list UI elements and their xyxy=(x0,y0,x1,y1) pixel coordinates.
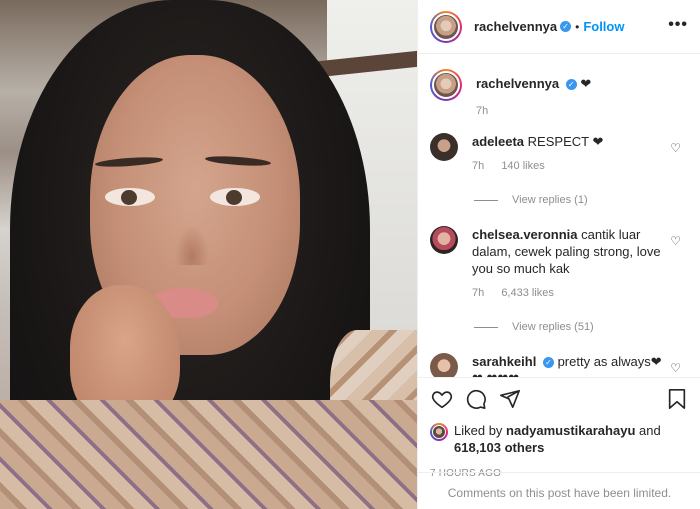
replies-line xyxy=(474,326,498,328)
comment-likes[interactable]: 140 likes xyxy=(501,160,544,172)
post-actions: Liked by nadyamustikarahayu and 618,103 … xyxy=(418,377,700,479)
view-replies-button[interactable]: View replies (51) xyxy=(474,321,700,333)
caption-time[interactable]: 7h xyxy=(476,105,591,117)
post-header: rachelvennya ✓ • Follow ••• xyxy=(418,0,700,54)
author-username[interactable]: rachelvennya xyxy=(474,19,557,34)
follow-button[interactable]: Follow xyxy=(583,19,624,34)
view-replies-label: View replies (51) xyxy=(512,321,594,333)
comment-item: adeleeta RESPECT ❤ 7h 140 likes ♡ xyxy=(418,133,700,172)
replies-line xyxy=(474,199,498,201)
share-icon[interactable] xyxy=(498,387,522,411)
comment-icon[interactable] xyxy=(464,387,488,411)
commenter-avatar[interactable] xyxy=(430,133,458,161)
comment-like-heart-icon[interactable]: ♡ xyxy=(670,361,681,375)
instagram-post: rachelvennya ✓ • Follow ••• rachelvennya… xyxy=(0,0,700,509)
comment-username[interactable]: sarahkeihl xyxy=(472,354,536,369)
comment-time[interactable]: 7h xyxy=(472,287,484,299)
comment-username[interactable]: chelsea.veronnia xyxy=(472,227,578,242)
caption-author-avatar[interactable] xyxy=(430,69,462,101)
comment-time[interactable]: 7h xyxy=(472,160,484,172)
author-avatar[interactable] xyxy=(430,10,462,43)
bookmark-icon[interactable] xyxy=(665,387,689,411)
view-replies-label: View replies (1) xyxy=(512,194,588,206)
liked-by-others[interactable]: 618,103 others xyxy=(454,440,544,455)
comment-username[interactable]: adeleeta xyxy=(472,134,524,149)
caption: rachelvennya ✓ ❤ 7h xyxy=(418,55,700,117)
liked-by-conj: and xyxy=(639,423,661,438)
caption-text: ❤ xyxy=(580,76,592,91)
caption-username[interactable]: rachelvennya xyxy=(476,76,559,91)
photo-nose xyxy=(175,225,209,265)
post-photo[interactable] xyxy=(0,0,417,509)
comment-like-heart-icon[interactable]: ♡ xyxy=(670,234,681,248)
comment-likes[interactable]: 6,433 likes xyxy=(501,287,554,299)
view-replies-button[interactable]: View replies (1) xyxy=(474,194,700,206)
photo-shirt xyxy=(0,400,417,509)
header-separator: • xyxy=(575,19,580,34)
liked-by: Liked by nadyamustikarahayu and 618,103 … xyxy=(430,422,689,456)
commenter-avatar[interactable] xyxy=(430,353,458,377)
comment-like-heart-icon[interactable]: ♡ xyxy=(670,141,681,155)
more-options-icon[interactable]: ••• xyxy=(668,16,688,34)
post-side-panel: rachelvennya ✓ • Follow ••• rachelvennya… xyxy=(417,0,700,509)
comments-list[interactable]: rachelvennya ✓ ❤ 7h adeleeta RESPECT ❤ 7… xyxy=(418,55,700,377)
commenter-avatar[interactable] xyxy=(430,226,458,254)
action-icons-row xyxy=(430,386,689,412)
liked-by-user[interactable]: nadyamustikarahayu xyxy=(506,423,635,438)
comment-item: sarahkeihl ✓ pretty as always❤❤ ❤❤❤ ♡ xyxy=(418,353,700,377)
photo-left-eye xyxy=(105,188,155,206)
comment-item: chelsea.veronnia cantik luar dalam, cewe… xyxy=(418,226,700,299)
verified-badge-icon: ✓ xyxy=(565,79,577,91)
verified-badge-icon: ✓ xyxy=(560,21,572,32)
photo-right-eye xyxy=(210,188,260,206)
liked-by-prefix: Liked by xyxy=(454,423,503,438)
heart-icon[interactable] xyxy=(430,387,454,411)
comments-limited-notice: Comments on this post have been limited. xyxy=(418,472,700,509)
verified-badge-icon: ✓ xyxy=(542,357,554,369)
liker-avatar[interactable] xyxy=(430,423,448,441)
comment-text: RESPECT ❤ xyxy=(527,134,604,149)
